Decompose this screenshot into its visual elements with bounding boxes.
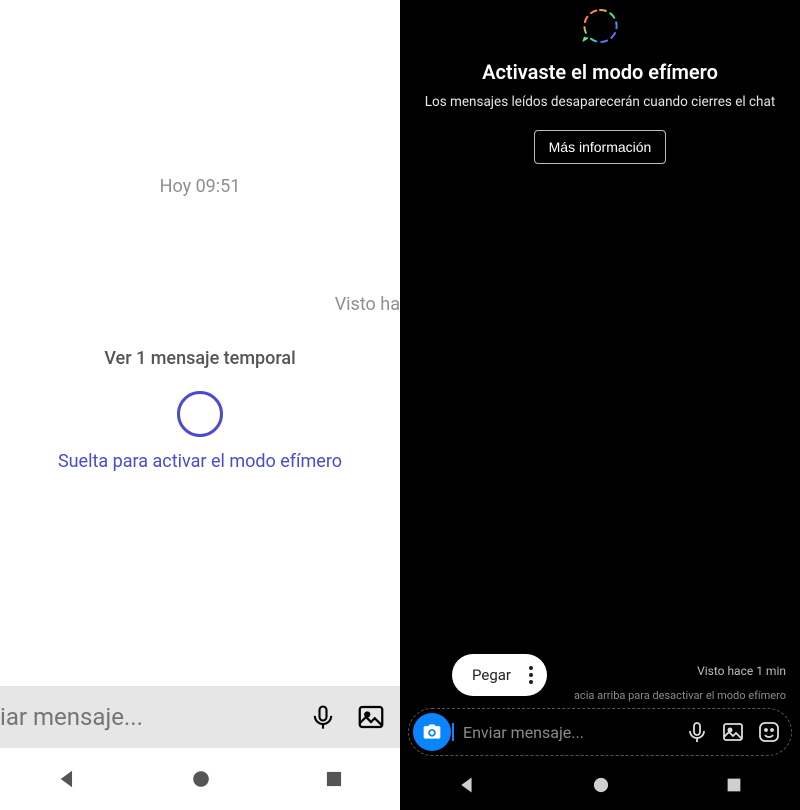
message-input[interactable]: Enviar mensaje... <box>463 723 673 742</box>
text-cursor <box>452 723 454 741</box>
chat-bubble-rainbow-icon <box>580 6 620 46</box>
swipe-hint-label: acia arriba para desactivar el modo efím… <box>574 689 786 702</box>
ephemeral-header: Activaste el modo efímero Los mensajes l… <box>400 0 800 164</box>
temporal-message-label: Ver 1 mensaje temporal <box>0 348 400 369</box>
right-panel-ephemeral-mode: Activaste el modo efímero Los mensajes l… <box>400 0 800 810</box>
mic-icon[interactable] <box>308 702 338 732</box>
message-input-bar: iar mensaje... <box>0 686 400 748</box>
android-nav-bar <box>0 748 400 810</box>
more-info-button[interactable]: Más información <box>534 130 667 164</box>
ephemeral-title: Activaste el modo efímero <box>400 60 800 84</box>
camera-button[interactable] <box>413 713 451 751</box>
message-input[interactable]: iar mensaje... <box>0 703 290 731</box>
gallery-icon[interactable] <box>356 702 386 732</box>
ephemeral-subtitle: Los mensajes leídos desaparecerán cuando… <box>400 94 800 110</box>
chat-scroll-area[interactable]: Hoy 09:51 Visto ha Ver 1 mensaje tempora… <box>0 0 400 686</box>
loading-ring-icon <box>177 391 223 437</box>
more-vertical-icon[interactable] <box>529 666 533 684</box>
nav-back-icon[interactable] <box>457 775 477 795</box>
sticker-icon[interactable] <box>757 720 781 744</box>
android-nav-bar <box>400 760 800 810</box>
gallery-icon[interactable] <box>721 720 745 744</box>
seen-status: Visto hace 1 min <box>697 664 786 678</box>
nav-recent-icon[interactable] <box>324 769 344 789</box>
release-hint-label: Suelta para activar el modo efímero <box>0 451 400 472</box>
chat-timestamp: Hoy 09:51 <box>0 176 400 197</box>
mic-icon[interactable] <box>685 720 709 744</box>
message-input-bar-dark: Enviar mensaje... <box>408 708 792 756</box>
seen-status: Visto ha <box>335 294 400 315</box>
ephemeral-activation-block[interactable]: Ver 1 mensaje temporal Suelta para activ… <box>0 348 400 472</box>
chat-scroll-area-dark[interactable]: Visto hace 1 min acia arriba para desact… <box>400 164 800 708</box>
nav-home-icon[interactable] <box>190 768 212 790</box>
nav-recent-icon[interactable] <box>725 776 743 794</box>
paste-button[interactable]: Pegar <box>472 666 511 684</box>
left-panel-light-chat: Hoy 09:51 Visto ha Ver 1 mensaje tempora… <box>0 0 400 810</box>
paste-context-menu: Pegar <box>452 654 547 696</box>
nav-back-icon[interactable] <box>56 768 78 790</box>
camera-icon <box>422 722 442 742</box>
nav-home-icon[interactable] <box>591 775 611 795</box>
